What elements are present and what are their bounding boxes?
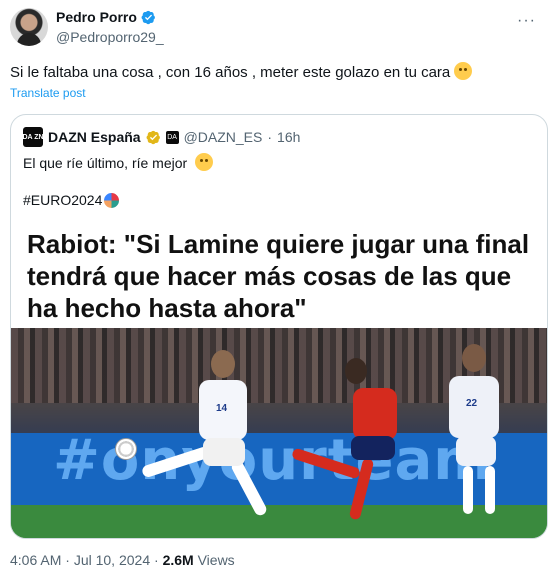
post-meta: 4:06 AM · Jul 10, 2024 · 2.6M Views (10, 552, 235, 568)
match-photo: #onyourteam 14 22 (11, 328, 547, 538)
smiling-face-with-hearts-emoji (454, 62, 473, 80)
quoted-text-line1: El que ríe último, ríe mejor (23, 153, 214, 172)
post-text-line: Si le faltaba una cosa , con 16 años , m… (10, 62, 540, 83)
views-label: Views (197, 552, 235, 568)
author-name[interactable]: Pedro Porro (56, 9, 137, 25)
board-text: #onyourteam (53, 428, 493, 493)
player-france-14-head (211, 350, 235, 378)
media-headline: Rabiot: "Si Lamine quiere jugar una fina… (27, 229, 530, 323)
meta-separator: · (154, 552, 159, 568)
gold-verified-badge-icon (146, 130, 160, 144)
translate-post-link[interactable]: Translate post (10, 86, 86, 100)
author-name-row: Pedro Porro (56, 9, 156, 25)
football (115, 438, 137, 460)
post-text: Si le faltaba una cosa , con 16 años , m… (10, 64, 451, 81)
quoted-author-handle: @DAZN_ES (183, 129, 263, 145)
more-dots-icon[interactable]: ··· (517, 12, 536, 30)
quoted-text: El que ríe último, ríe mejor (23, 155, 188, 171)
post-date[interactable]: Jul 10, 2024 (74, 552, 150, 568)
player-france-22-head (462, 344, 486, 372)
quoted-hashtag-line: #EURO2024 (23, 191, 120, 209)
quoted-author-avatar[interactable]: DA ZN (22, 127, 44, 147)
soccer-ball-emoji (104, 193, 120, 208)
hashtag-euro2024[interactable]: #EURO2024 (23, 192, 102, 208)
author-avatar[interactable] (10, 8, 48, 46)
player-france-22-leg (485, 466, 495, 514)
post-time[interactable]: 4:06 AM (10, 552, 61, 568)
views-count[interactable]: 2.6M (163, 552, 194, 568)
player-spain-shirt (353, 388, 397, 440)
player-spain-head (345, 358, 367, 384)
quoted-post-time[interactable]: 16h (277, 129, 300, 145)
affiliate-badge-icon: DA (165, 130, 179, 144)
player-france-22-leg (463, 466, 473, 514)
author-handle[interactable]: @Pedroporro29_ (56, 29, 164, 45)
quoted-media[interactable]: Rabiot: "Si Lamine quiere jugar una fina… (11, 220, 547, 538)
player-france-22-shorts (456, 436, 496, 466)
quoted-post-header: DA ZN DAZN España DA @DAZN_ES · 16h (22, 127, 300, 147)
jersey-number-22: 22 (466, 398, 478, 409)
meta-separator: · (65, 552, 70, 568)
quoted-author-name[interactable]: DAZN España (48, 129, 141, 145)
quoted-post-card[interactable]: DA ZN DAZN España DA @DAZN_ES · 16h El q… (10, 114, 548, 539)
verified-badge-icon (141, 10, 155, 24)
separator-dot: · (267, 129, 273, 145)
post-header: Pedro Porro @Pedroporro29_ ··· (10, 8, 540, 48)
player-spain-shorts (351, 436, 395, 460)
smiling-face-emoji (195, 153, 214, 171)
jersey-number-14: 14 (216, 403, 228, 414)
player-france-14-shorts (203, 438, 245, 466)
